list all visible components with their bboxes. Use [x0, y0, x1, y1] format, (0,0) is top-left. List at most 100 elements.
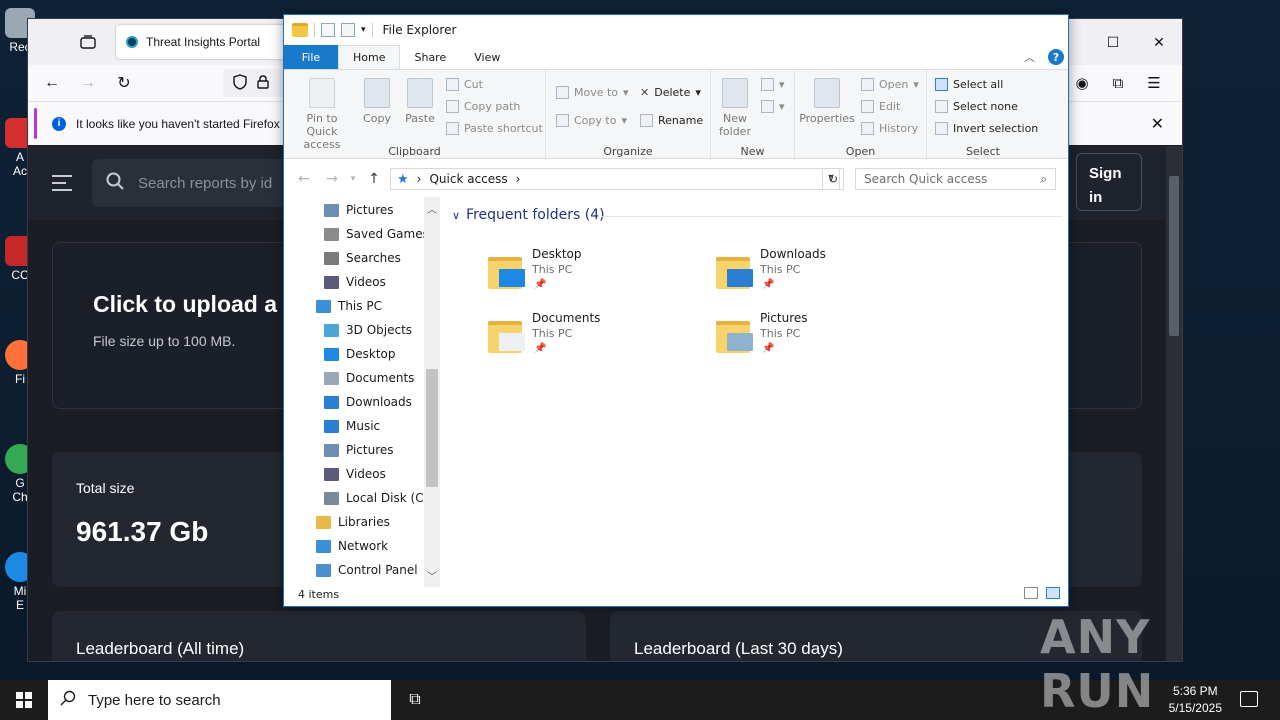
frequent-folders-header[interactable]: ∨ Frequent folders (4) — [452, 207, 605, 223]
rename-button[interactable]: Rename — [640, 114, 703, 127]
folder-tile[interactable]: Desktop This PC 📌 — [486, 247, 696, 303]
rename-label: Rename — [658, 114, 704, 127]
collapse-ribbon-icon[interactable]: ︿ — [1024, 49, 1040, 65]
close-icon[interactable]: ✕ — [1136, 19, 1182, 65]
task-view-icon[interactable]: ⧉ — [391, 680, 439, 720]
edit-button[interactable]: Edit — [861, 100, 900, 113]
nav-item-icon — [324, 203, 339, 217]
folder-name: Desktop — [532, 247, 582, 261]
back-arrow-icon[interactable]: ← — [290, 171, 318, 187]
url-bar[interactable] — [223, 69, 283, 97]
copy-to-button[interactable]: Copy to ▾ — [556, 114, 627, 127]
nav-item-icon — [324, 323, 339, 337]
address-bar[interactable]: ★ › Quick access › ∨ — [390, 168, 840, 190]
tab-share[interactable]: Share — [400, 45, 460, 69]
nav-item[interactable]: Videos — [324, 463, 386, 485]
sign-in-button[interactable]: Sign in — [1076, 153, 1142, 211]
scroll-down-icon[interactable]: ﹀ — [427, 568, 437, 583]
address-row: ← → ▾ ↑ ★ › Quick access › ∨ ↻ Search Qu… — [284, 163, 1068, 195]
help-icon[interactable]: ? — [1048, 49, 1064, 65]
recent-locations-icon[interactable]: ▾ — [346, 174, 360, 184]
nav-item[interactable]: Searches — [324, 247, 401, 269]
qa-dropdown-icon[interactable]: ▾ — [361, 25, 366, 35]
forward-button[interactable]: → — [70, 65, 106, 101]
paste-button[interactable]: Paste — [402, 78, 438, 125]
scrollbar-thumb[interactable] — [1169, 176, 1179, 336]
clipboard-group: Pin to Quick access Copy Paste Cut Copy … — [284, 70, 546, 160]
select-all-button[interactable]: Select all — [935, 78, 1003, 91]
reload-button[interactable]: ↻ — [106, 65, 142, 101]
nav-item[interactable]: Desktop — [324, 343, 396, 365]
folder-tile[interactable]: Downloads This PC 📌 — [714, 247, 924, 303]
group-label: New — [740, 145, 765, 158]
large-icons-view-icon[interactable] — [1046, 587, 1060, 599]
tab-file[interactable]: File — [284, 45, 338, 69]
back-button[interactable]: ← — [34, 65, 70, 101]
cut-button[interactable]: Cut — [446, 78, 483, 91]
new-item-button[interactable]: ▾ — [761, 78, 785, 91]
tab-home[interactable]: Home — [338, 45, 401, 69]
explorer-search-input[interactable]: Search Quick access ⌕ — [855, 168, 1056, 190]
lock-icon[interactable] — [257, 74, 269, 92]
nav-item[interactable]: Documents — [324, 367, 414, 389]
invert-selection-button[interactable]: Invert selection — [935, 122, 1038, 135]
tab-view[interactable]: View — [460, 45, 514, 69]
browser-tab[interactable]: Threat Insights Portal — [116, 25, 286, 59]
nav-item[interactable]: This PC — [316, 295, 382, 317]
paste-shortcut-button[interactable]: Paste shortcut — [446, 122, 543, 135]
nav-item[interactable]: Libraries — [316, 511, 390, 533]
nav-item[interactable]: Saved Games — [324, 223, 429, 245]
easy-access-button[interactable]: ▾ — [761, 100, 785, 113]
new-folder-qa-icon[interactable] — [341, 23, 355, 37]
account-icon[interactable]: ◉ — [1064, 65, 1100, 101]
menu-icon[interactable]: ☰ — [1136, 65, 1172, 101]
nav-item[interactable]: Music — [324, 415, 380, 437]
folder-tile[interactable]: Documents This PC 📌 — [486, 311, 696, 367]
folder-tile[interactable]: Pictures This PC 📌 — [714, 311, 924, 367]
extensions-icon[interactable]: ⧉ — [1100, 65, 1136, 101]
breadcrumb-quick-access[interactable]: Quick access — [429, 172, 507, 186]
page-scrollbar[interactable] — [1166, 146, 1182, 661]
hamburger-icon[interactable] — [52, 175, 72, 191]
breadcrumb-separator-icon: › — [416, 172, 422, 186]
folder-icon — [486, 251, 526, 291]
nav-item[interactable]: 3D Objects — [324, 319, 412, 341]
nav-item[interactable]: Control Panel — [316, 559, 418, 581]
delete-x-icon: ✕ — [640, 86, 650, 99]
forward-arrow-icon[interactable]: → — [318, 171, 346, 187]
nav-item-label: Documents — [346, 371, 415, 385]
details-view-icon[interactable] — [1024, 587, 1038, 599]
copy-path-button[interactable]: Copy path — [446, 100, 520, 113]
scroll-up-icon[interactable]: ︿ — [427, 201, 437, 216]
nav-scrollbar[interactable]: ︿ ﹀ — [424, 197, 440, 587]
maximize-icon[interactable]: ☐ — [1090, 19, 1136, 65]
open-button[interactable]: Open ▾ — [861, 78, 919, 91]
nav-item[interactable]: Pictures — [324, 439, 394, 461]
nav-item[interactable]: Network — [316, 535, 388, 557]
new-folder-button[interactable]: New folder — [715, 78, 755, 138]
start-button[interactable] — [0, 680, 48, 720]
move-to-button[interactable]: Move to ▾ — [556, 86, 629, 99]
taskbar-search-input[interactable]: Type here to search — [48, 680, 391, 720]
properties-button[interactable]: Properties — [799, 78, 855, 125]
up-arrow-icon[interactable]: ↑ — [360, 171, 388, 187]
pin-quick-access-button[interactable]: Pin to Quick access — [290, 78, 354, 151]
notice-close-icon[interactable]: ✕ — [1151, 114, 1164, 134]
copy-button[interactable]: Copy — [362, 78, 392, 125]
delete-button[interactable]: ✕ Delete ▾ — [640, 86, 701, 99]
nav-item[interactable]: Pictures — [324, 199, 394, 221]
nav-item[interactable]: Downloads — [324, 391, 412, 413]
tab-list-icon[interactable] — [68, 27, 108, 57]
nav-scroll-thumb[interactable] — [426, 369, 438, 487]
nav-item[interactable]: Local Disk (C:) — [324, 487, 432, 509]
select-none-button[interactable]: Select none — [935, 100, 1018, 113]
refresh-icon[interactable]: ↻ — [822, 168, 844, 190]
shield-icon[interactable] — [233, 73, 247, 93]
notice-text: It looks like you haven't started Firefo… — [76, 116, 293, 131]
report-search-input[interactable]: Search reports by id — [92, 159, 312, 207]
history-button[interactable]: History — [861, 122, 918, 135]
nav-item[interactable]: Videos — [324, 271, 386, 293]
taskbar-search-placeholder: Type here to search — [88, 691, 221, 709]
paste-shortcut-label: Paste shortcut — [464, 122, 543, 135]
properties-qa-icon[interactable] — [321, 23, 335, 37]
